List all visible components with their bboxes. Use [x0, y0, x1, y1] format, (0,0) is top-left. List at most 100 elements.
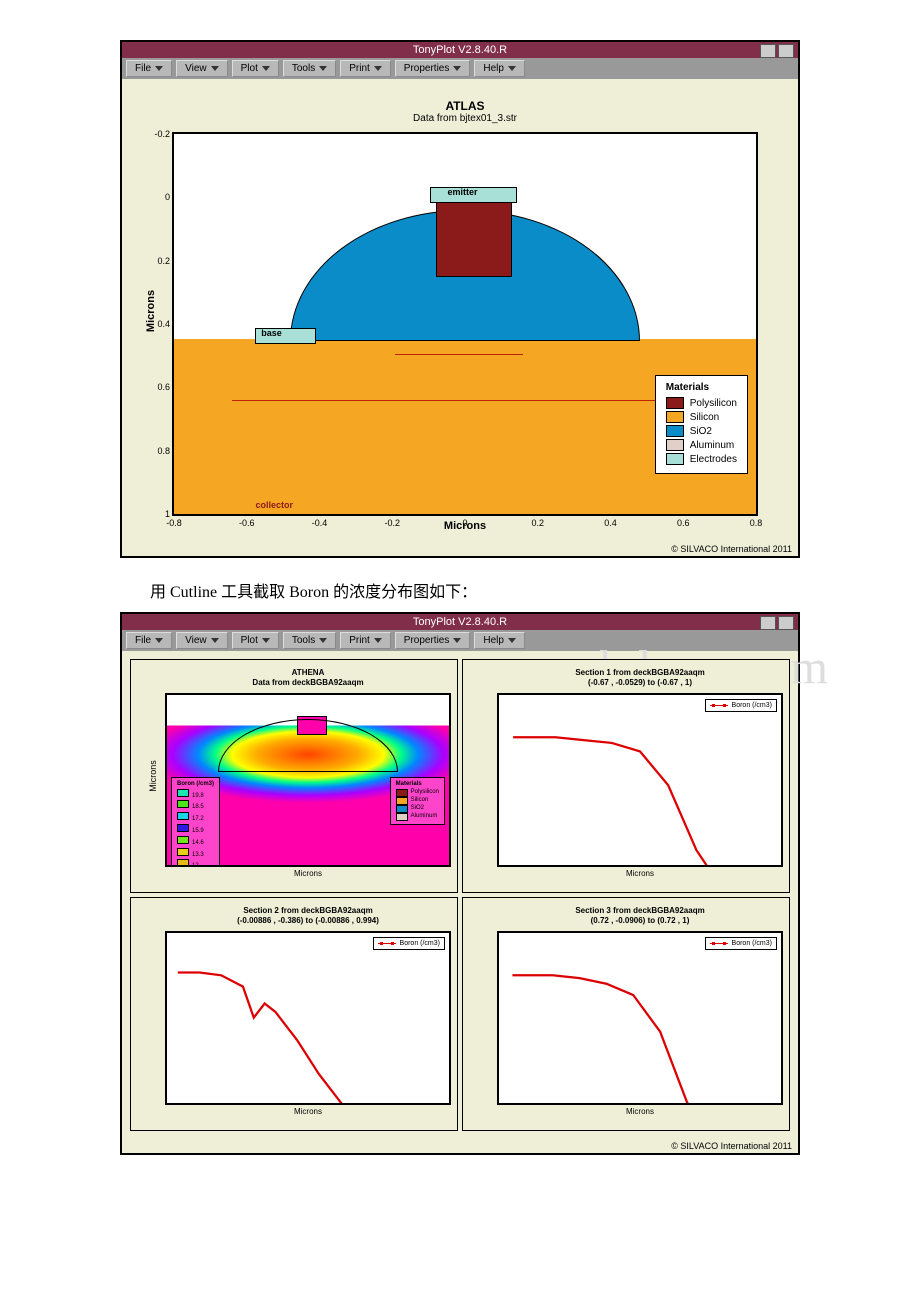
x-tick: 0.4: [604, 518, 617, 528]
menu-properties[interactable]: Properties: [395, 60, 471, 77]
legend-swatch: [666, 397, 684, 409]
dropdown-icon: [374, 638, 382, 643]
menu-tools[interactable]: Tools: [283, 60, 336, 77]
dropdown-icon: [155, 638, 163, 643]
panel-xlabel: Microns: [497, 1107, 783, 1116]
footer: © SILVACO International 2011: [122, 1139, 798, 1153]
x-tick: -0.2: [384, 518, 400, 528]
panel-plot[interactable]: 11121314151617181920210.10.20.30.40.50.6…: [497, 693, 783, 867]
y-tick: 0.4: [157, 319, 170, 329]
panel-xlabel: Microns: [165, 869, 451, 878]
plot-subtitle: Data from bjtex01_3.str: [172, 113, 758, 124]
tonyplot-window-1: TonyPlot V2.8.40.R FileViewPlotToolsPrin…: [120, 40, 800, 558]
y-tick: 0: [165, 192, 170, 202]
dropdown-icon: [262, 66, 270, 71]
y-tick: 1: [165, 509, 170, 519]
dropdown-icon: [453, 638, 461, 643]
dropdown-icon: [319, 66, 327, 71]
panel-2: Section 2 from deckBGBA92aaqm(-0.00886 ,…: [130, 897, 458, 1131]
titlebar: TonyPlot V2.8.40.R: [122, 614, 798, 630]
materials-legend: MaterialsPolysiliconSiliconSiO2Aluminum: [390, 777, 445, 825]
caption-text: 用 Cutline 工具截取 Boron 的浓度分布图如下：: [150, 578, 800, 602]
menu-file[interactable]: File: [126, 632, 172, 649]
legend-swatch: [666, 453, 684, 465]
menu-tools[interactable]: Tools: [283, 632, 336, 649]
y-tick: 0.2: [157, 256, 170, 266]
panel-ylabel: Microns: [148, 760, 158, 792]
maximize-button[interactable]: [778, 616, 794, 630]
emitter-label: emitter: [448, 187, 478, 197]
x-tick: -0.8: [166, 518, 182, 528]
data-curve: [499, 933, 781, 1105]
legend-label: Silicon: [690, 412, 719, 423]
x-tick: -0.6: [239, 518, 255, 528]
legend-label: Electrodes: [690, 454, 737, 465]
data-curve: [167, 933, 449, 1105]
menu-help[interactable]: Help: [474, 60, 525, 77]
collector-label: collector: [255, 500, 293, 510]
quad-plot-grid: ATHENAData from deckBGBA92aaqm -0.200.20.…: [122, 651, 798, 1139]
legend-title: Materials: [666, 382, 737, 393]
data-curve: [499, 695, 781, 867]
junction-line-1: [395, 354, 523, 355]
footer: © SILVACO International 2011: [122, 542, 798, 556]
x-tick: -0.4: [312, 518, 328, 528]
panel-plot[interactable]: 11121314151617181920210.10.20.30.40.50.6…: [497, 931, 783, 1105]
plot-title: ATLAS: [172, 99, 758, 113]
legend-label: SiO2: [690, 426, 712, 437]
menu-plot[interactable]: Plot: [232, 632, 279, 649]
tonyplot-window-2: TonyPlot V2.8.40.R FileViewPlotToolsPrin…: [120, 612, 800, 1155]
menu-file[interactable]: File: [126, 60, 172, 77]
menu-properties[interactable]: Properties: [395, 632, 471, 649]
menu-plot[interactable]: Plot: [232, 60, 279, 77]
panel-plot[interactable]: -0.200.20.40.60.81-0.8-0.6-0.4-0.200.20.…: [165, 693, 451, 867]
minimize-button[interactable]: [760, 616, 776, 630]
dropdown-icon: [453, 66, 461, 71]
panel-title: Section 1 from deckBGBA92aaqm(-0.67 , -0…: [497, 668, 783, 687]
x-tick: 0.2: [531, 518, 544, 528]
menu-view[interactable]: View: [176, 632, 228, 649]
contour-legend: Boron (/cm3)19.818.517.215.914.613.312: [171, 777, 220, 867]
dropdown-icon: [508, 66, 516, 71]
panel-1: Section 1 from deckBGBA92aaqm(-0.67 , -0…: [462, 659, 790, 893]
window-title: TonyPlot V2.8.40.R: [413, 44, 507, 56]
legend-swatch: [666, 439, 684, 451]
panel-title: ATHENAData from deckBGBA92aaqm: [165, 668, 451, 687]
panel-xlabel: Microns: [497, 869, 783, 878]
titlebar-buttons: [760, 44, 794, 58]
x-tick: 0.6: [677, 518, 690, 528]
panel-0: ATHENAData from deckBGBA92aaqm -0.200.20.…: [130, 659, 458, 893]
polysilicon-region: [436, 199, 512, 277]
dropdown-icon: [155, 66, 163, 71]
y-tick: -0.2: [154, 129, 170, 139]
y-axis-label: Microns: [145, 289, 157, 331]
titlebar-buttons: [760, 616, 794, 630]
legend-swatch: [666, 425, 684, 437]
y-tick: 0.6: [157, 382, 170, 392]
menu-print[interactable]: Print: [340, 60, 391, 77]
plot-canvas: Microns ATLAS Data from bjtex01_3.str em…: [122, 79, 798, 542]
dropdown-icon: [211, 638, 219, 643]
maximize-button[interactable]: [778, 44, 794, 58]
legend-label: Polysilicon: [690, 398, 737, 409]
panel-xlabel: Microns: [165, 1107, 451, 1116]
plot-area[interactable]: emitter base collector Materials Polysil…: [172, 132, 758, 516]
menubar: FileViewPlotToolsPrintPropertiesHelp: [122, 58, 798, 79]
menu-view[interactable]: View: [176, 60, 228, 77]
materials-legend: Materials PolysiliconSiliconSiO2Aluminum…: [655, 375, 748, 474]
panel-title: Section 2 from deckBGBA92aaqm(-0.00886 ,…: [165, 906, 451, 925]
menu-print[interactable]: Print: [340, 632, 391, 649]
y-tick: 0.8: [157, 446, 170, 456]
x-tick: 0.8: [750, 518, 763, 528]
dropdown-icon: [319, 638, 327, 643]
dropdown-icon: [211, 66, 219, 71]
titlebar: TonyPlot V2.8.40.R: [122, 42, 798, 58]
base-label: base: [261, 328, 282, 338]
legend-swatch: [666, 411, 684, 423]
dropdown-icon: [262, 638, 270, 643]
x-tick: 0: [462, 518, 467, 528]
minimize-button[interactable]: [760, 44, 776, 58]
window-title: TonyPlot V2.8.40.R: [413, 616, 507, 628]
dropdown-icon: [374, 66, 382, 71]
panel-plot[interactable]: 11121314151617181920210.20.40.60.811.2Bo…: [165, 931, 451, 1105]
